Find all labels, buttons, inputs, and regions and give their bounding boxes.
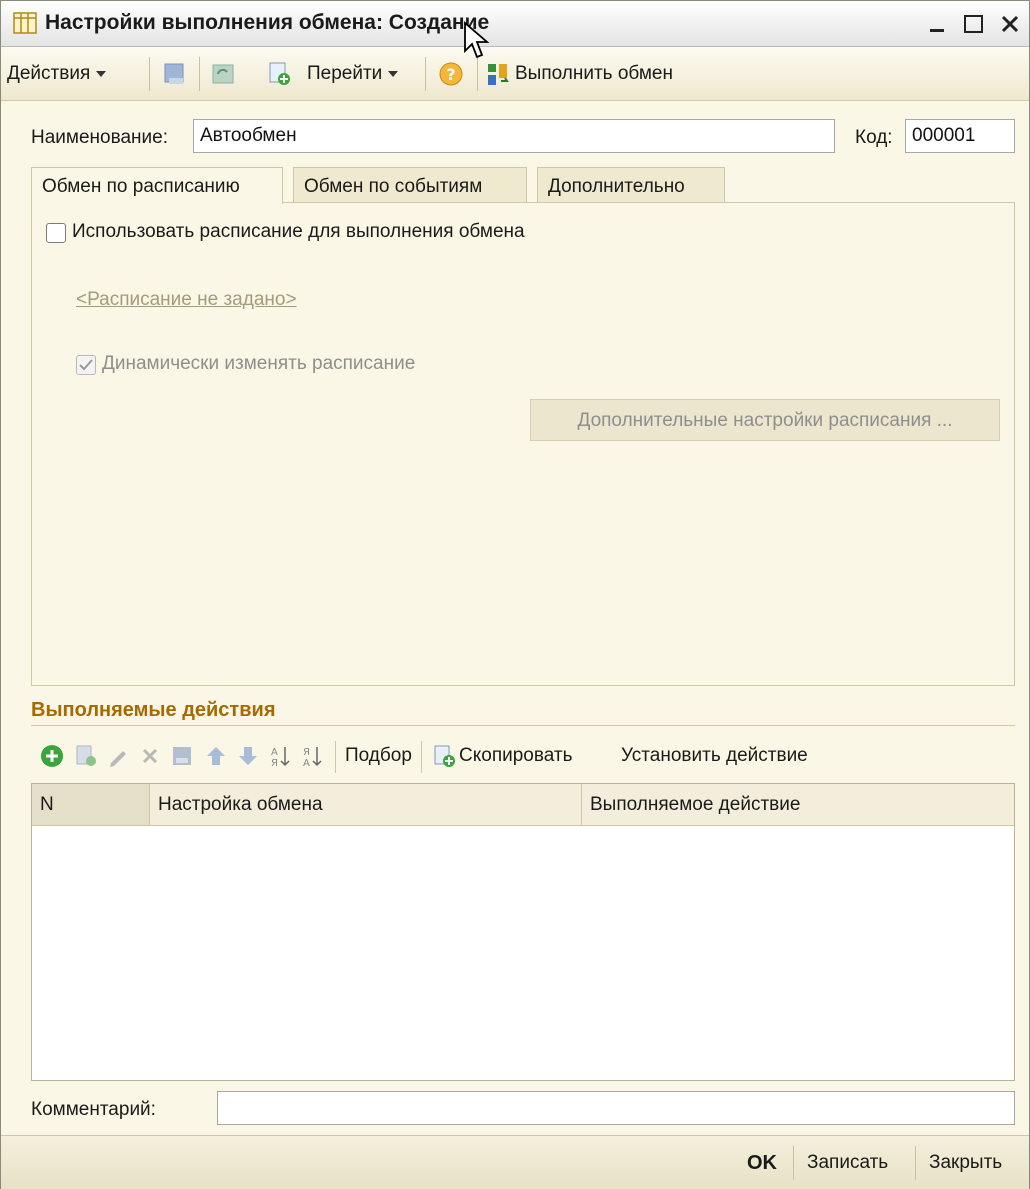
- end-edit-icon[interactable]: [169, 743, 195, 769]
- code-field[interactable]: [905, 119, 1015, 153]
- pick-button[interactable]: Подбор: [345, 745, 412, 767]
- column-header-exchange-setting[interactable]: Настройка обмена: [150, 784, 582, 826]
- actions-section-title: Выполняемые действия: [31, 699, 276, 721]
- toolbar-divider: [149, 57, 150, 91]
- use-schedule-label[interactable]: Использовать расписание для выполнения о…: [72, 221, 525, 243]
- name-field[interactable]: [193, 119, 835, 153]
- footer-divider: [793, 1146, 794, 1180]
- delete-icon[interactable]: [137, 743, 163, 769]
- chevron-down-icon: [96, 71, 107, 77]
- window-title: Настройки выполнения обмена: Создание: [45, 11, 490, 34]
- footer-bar: OK Записать Закрыть: [1, 1135, 1029, 1189]
- copy-settings-icon: [434, 745, 455, 767]
- svg-text:?: ?: [446, 65, 455, 84]
- toolbar-divider: [477, 57, 478, 91]
- toolbar-divider: [421, 741, 422, 773]
- section-divider: [31, 725, 1015, 726]
- toolbar-divider: [425, 57, 426, 91]
- svg-text:А: А: [303, 758, 310, 769]
- schedule-link[interactable]: <Расписание не задано>: [76, 289, 297, 311]
- exchange-icon: [488, 64, 509, 85]
- save-button[interactable]: Записать: [807, 1152, 888, 1174]
- copy-row-icon[interactable]: [73, 743, 99, 769]
- copy-document-icon[interactable]: [265, 60, 293, 88]
- goto-menu-button[interactable]: Перейти: [307, 61, 399, 87]
- close-icon[interactable]: [995, 9, 1025, 39]
- exchange-settings-window: Настройки выполнения обмена: Создание Де…: [0, 0, 1030, 1189]
- svg-text:А: А: [271, 747, 278, 758]
- code-label: Код:: [855, 127, 893, 148]
- close-button[interactable]: Закрыть: [929, 1152, 1002, 1174]
- comment-label: Комментарий:: [31, 1099, 156, 1120]
- tab-schedule-exchange[interactable]: Обмен по расписанию: [31, 167, 283, 204]
- goto-menu-label: Перейти: [307, 63, 383, 84]
- actions-menu-label: Действия: [7, 63, 91, 84]
- move-up-icon[interactable]: [203, 743, 229, 769]
- edit-icon[interactable]: [105, 743, 131, 769]
- save-and-close-icon[interactable]: [161, 60, 189, 88]
- main-toolbar: Действия Перейти ? Выполнить обмен: [1, 47, 1029, 101]
- extra-schedule-settings-button[interactable]: Дополнительные настройки расписания ...: [530, 399, 1000, 441]
- column-header-action[interactable]: Выполняемое действие: [582, 784, 1014, 826]
- refresh-icon[interactable]: [209, 60, 237, 88]
- help-icon[interactable]: ?: [437, 60, 465, 88]
- chevron-down-icon: [388, 71, 399, 77]
- run-exchange-button[interactable]: Выполнить обмен: [485, 61, 673, 87]
- toolbar-divider: [335, 741, 336, 773]
- table-form-icon: [13, 12, 37, 34]
- svg-text:Я: Я: [271, 758, 278, 769]
- actions-menu-button[interactable]: Действия: [7, 61, 107, 87]
- schedule-tab-panel: Использовать расписание для выполнения о…: [31, 202, 1015, 686]
- checkmark-icon: [79, 359, 93, 371]
- sort-ascending-icon[interactable]: А Я: [267, 743, 293, 769]
- footer-divider: [915, 1146, 916, 1180]
- svg-text:Я: Я: [303, 747, 310, 758]
- use-schedule-checkbox[interactable]: [46, 223, 66, 243]
- run-exchange-label: Выполнить обмен: [515, 63, 673, 84]
- set-action-button[interactable]: Установить действие: [621, 745, 808, 767]
- copy-button[interactable]: Скопировать: [459, 745, 572, 767]
- add-icon[interactable]: [39, 743, 65, 769]
- dynamic-schedule-checkbox[interactable]: [76, 355, 96, 375]
- column-header-n[interactable]: N: [32, 784, 150, 826]
- toolbar-divider: [199, 57, 200, 91]
- tab-additional[interactable]: Дополнительно: [537, 167, 725, 203]
- ok-button[interactable]: OK: [747, 1152, 777, 1175]
- comment-field[interactable]: [217, 1091, 1015, 1125]
- maximize-icon[interactable]: [959, 9, 989, 39]
- minimize-icon[interactable]: [923, 9, 953, 39]
- title-bar[interactable]: Настройки выполнения обмена: Создание: [1, 1, 1029, 47]
- tab-event-exchange[interactable]: Обмен по событиям: [293, 167, 527, 203]
- move-down-icon[interactable]: [235, 743, 261, 769]
- actions-table[interactable]: N Настройка обмена Выполняемое действие: [31, 783, 1015, 1081]
- sort-descending-icon[interactable]: Я А: [299, 743, 325, 769]
- name-label: Наименование:: [31, 127, 168, 148]
- dynamic-schedule-label: Динамически изменять расписание: [102, 353, 416, 374]
